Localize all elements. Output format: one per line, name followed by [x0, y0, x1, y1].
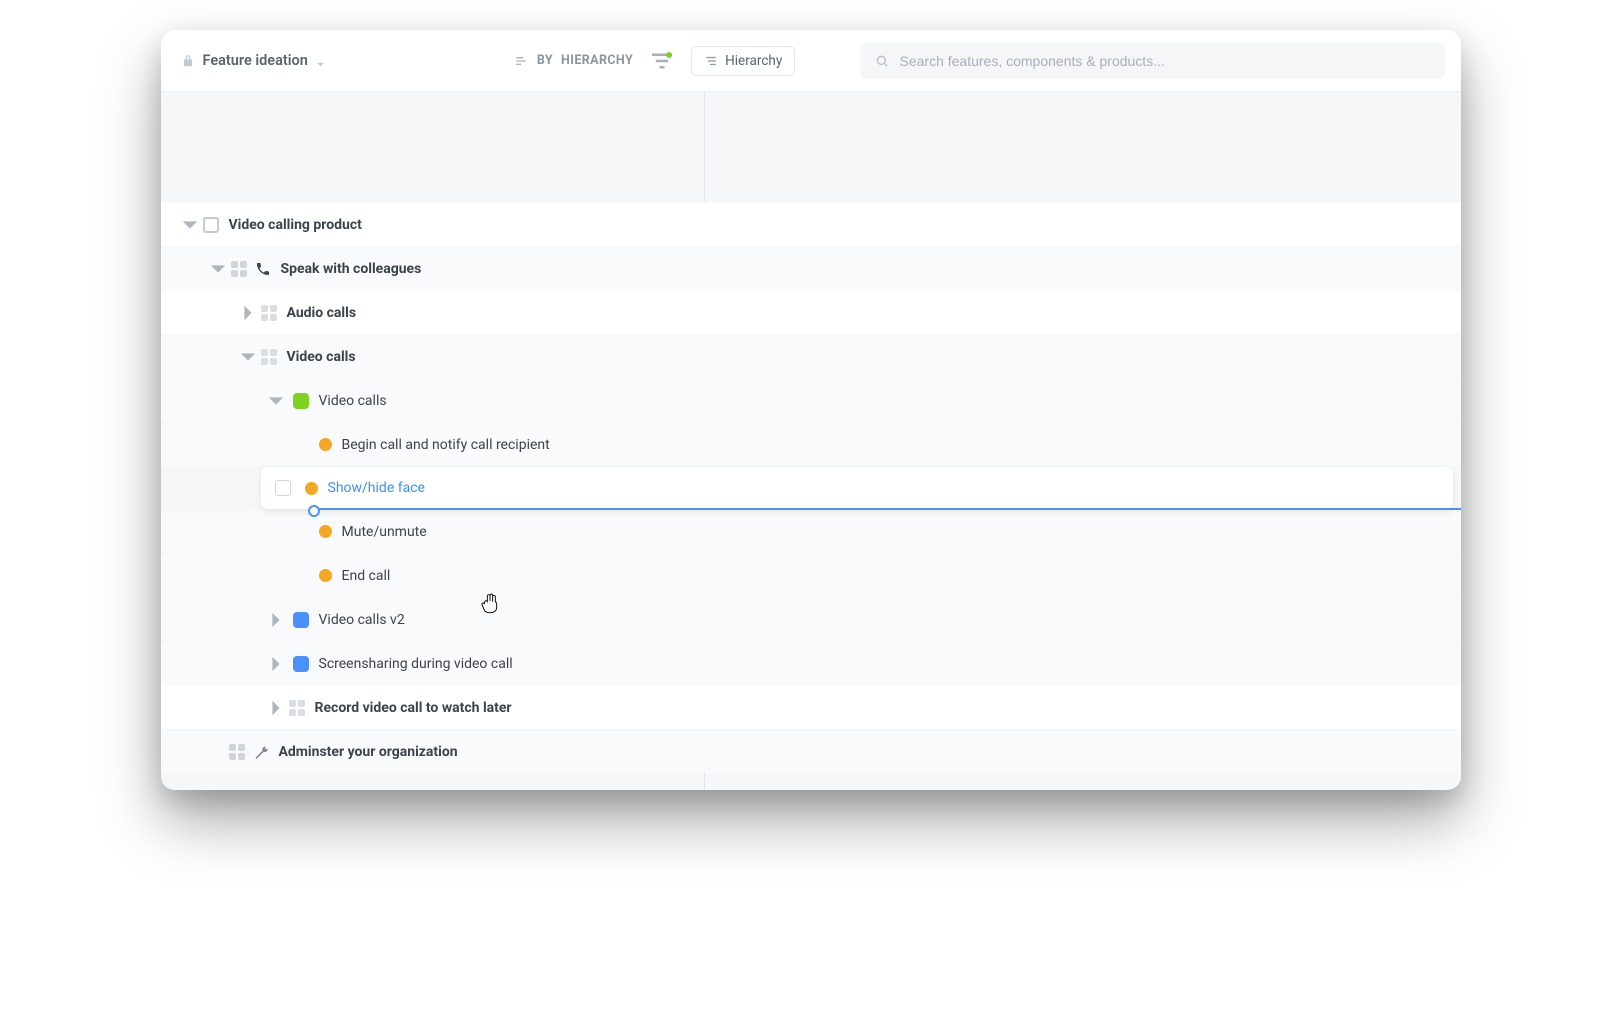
tree-row-audio[interactable]: Audio calls — [161, 290, 1461, 334]
search-input[interactable] — [900, 53, 1431, 69]
tree-label: Video calling product — [229, 217, 362, 233]
page-title-dropdown[interactable]: Feature ideation — [181, 52, 325, 69]
tree-row-speak[interactable]: Speak with colleagues — [161, 246, 1461, 290]
header-bar: Feature ideation BY HIERARCHY Hierarchy — [161, 30, 1461, 92]
wrench-icon — [253, 744, 269, 760]
tree-label: Adminster your organization — [279, 744, 458, 760]
view-mode-button[interactable]: Hierarchy — [691, 46, 795, 76]
tree-label: End call — [342, 568, 391, 584]
sort-value: HIERARCHY — [561, 53, 633, 68]
tree-row-product[interactable]: Video calling product — [161, 202, 1461, 246]
filter-icon — [647, 46, 677, 76]
grid-icon — [229, 744, 245, 760]
chevron-down-icon[interactable] — [181, 216, 199, 234]
tree-row-begin-call[interactable]: Begin call and notify call recipient — [161, 422, 1461, 466]
chevron-right-icon[interactable] — [267, 611, 285, 629]
tree-label: Video calls — [319, 393, 387, 409]
chevron-down-icon[interactable] — [267, 392, 285, 410]
status-square-blue — [293, 656, 309, 672]
sort-by-button[interactable]: BY HIERARCHY — [513, 53, 633, 69]
tree-row-dragging[interactable]: Show/hide face — [261, 467, 1453, 509]
tree-row-mute[interactable]: Mute/unmute — [161, 509, 1461, 553]
tree-row-video-v2[interactable]: Video calls v2 — [161, 597, 1461, 641]
status-square-green — [293, 393, 309, 409]
lock-icon — [181, 54, 195, 68]
grid-icon — [289, 700, 305, 716]
tree-label: Video calls — [287, 349, 356, 365]
sort-prefix: BY — [537, 53, 553, 68]
tree-label: Mute/unmute — [342, 524, 427, 540]
tree-label: Speak with colleagues — [281, 261, 422, 277]
app-window: Feature ideation BY HIERARCHY Hierarchy — [161, 30, 1461, 790]
filter-button[interactable] — [647, 46, 677, 76]
tree-label: Record video call to watch later — [315, 700, 512, 716]
view-mode-label: Hierarchy — [725, 53, 782, 69]
status-square-blue — [293, 612, 309, 628]
filter-active-indicator — [666, 52, 672, 58]
content-area: Video calling product Speak with colleag… — [161, 92, 1461, 790]
tree-row-video-calls[interactable]: Video calls — [161, 378, 1461, 422]
search-box[interactable] — [860, 43, 1445, 79]
status-dot-orange — [319, 569, 332, 582]
page-title: Feature ideation — [203, 52, 308, 69]
chevron-right-icon[interactable] — [267, 699, 285, 717]
product-icon — [203, 217, 219, 233]
status-dot-orange — [319, 525, 332, 538]
tree-row-video-group[interactable]: Video calls — [161, 334, 1461, 378]
search-icon — [874, 53, 890, 69]
tree-row-record[interactable]: Record video call to watch later — [161, 685, 1461, 729]
tree-label: Video calls v2 — [319, 612, 405, 628]
grid-icon — [261, 349, 277, 365]
sort-icon — [513, 53, 529, 69]
tree-label: Screensharing during video call — [319, 656, 513, 672]
status-dot-orange — [319, 438, 332, 451]
tree-label: Audio calls — [287, 305, 357, 321]
checkbox[interactable] — [275, 480, 291, 496]
grid-icon — [231, 261, 247, 277]
phone-icon — [255, 261, 271, 277]
caret-down-icon — [316, 56, 325, 65]
tree-row-screenshare[interactable]: Screensharing during video call — [161, 641, 1461, 685]
status-dot-orange — [305, 482, 318, 495]
tree-row-end-call[interactable]: End call — [161, 553, 1461, 597]
chevron-right-icon[interactable] — [267, 655, 285, 673]
chevron-right-icon[interactable] — [239, 304, 257, 322]
hierarchy-icon — [704, 54, 718, 68]
tree-label: Show/hide face — [328, 480, 425, 496]
chevron-down-icon[interactable] — [209, 260, 227, 278]
tree-row-admin[interactable]: Adminster your organization — [161, 729, 1461, 773]
chevron-down-icon[interactable] — [239, 348, 257, 366]
tree-label: Begin call and notify call recipient — [342, 437, 550, 453]
grid-icon — [261, 305, 277, 321]
